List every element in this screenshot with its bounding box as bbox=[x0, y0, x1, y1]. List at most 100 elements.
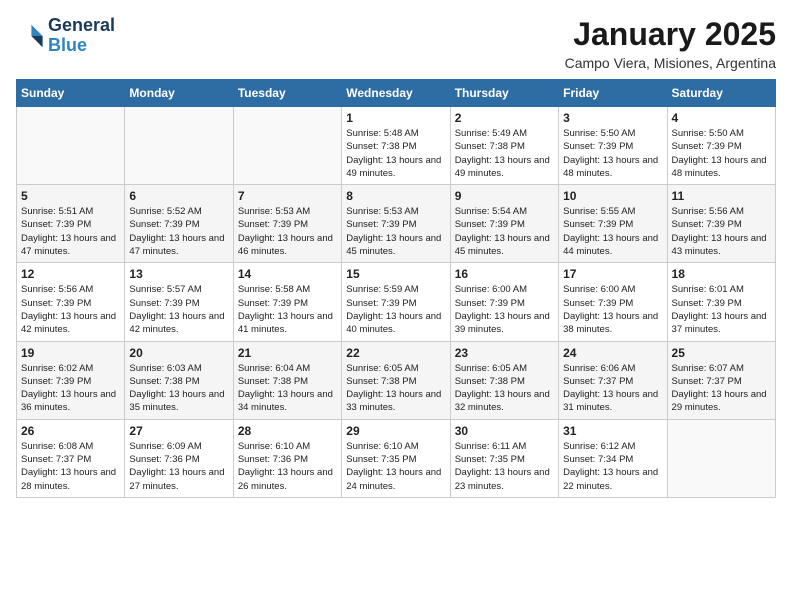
day-info: Sunrise: 6:04 AMSunset: 7:38 PMDaylight:… bbox=[238, 362, 337, 415]
day-number: 15 bbox=[346, 267, 445, 281]
weekday-header-saturday: Saturday bbox=[667, 80, 775, 107]
day-number: 20 bbox=[129, 346, 228, 360]
weekday-header-sunday: Sunday bbox=[17, 80, 125, 107]
day-info: Sunrise: 5:50 AMSunset: 7:39 PMDaylight:… bbox=[672, 127, 771, 180]
day-number: 17 bbox=[563, 267, 662, 281]
day-number: 10 bbox=[563, 189, 662, 203]
day-info: Sunrise: 6:05 AMSunset: 7:38 PMDaylight:… bbox=[346, 362, 445, 415]
day-info: Sunrise: 5:55 AMSunset: 7:39 PMDaylight:… bbox=[563, 205, 662, 258]
calendar-cell: 10 Sunrise: 5:55 AMSunset: 7:39 PMDaylig… bbox=[559, 185, 667, 263]
day-info: Sunrise: 6:03 AMSunset: 7:38 PMDaylight:… bbox=[129, 362, 228, 415]
logo-text: GeneralBlue bbox=[48, 16, 115, 56]
weekday-header-monday: Monday bbox=[125, 80, 233, 107]
calendar-cell: 3 Sunrise: 5:50 AMSunset: 7:39 PMDayligh… bbox=[559, 107, 667, 185]
calendar-cell: 6 Sunrise: 5:52 AMSunset: 7:39 PMDayligh… bbox=[125, 185, 233, 263]
weekday-header-wednesday: Wednesday bbox=[342, 80, 450, 107]
day-number: 11 bbox=[672, 189, 771, 203]
calendar-cell: 17 Sunrise: 6:00 AMSunset: 7:39 PMDaylig… bbox=[559, 263, 667, 341]
day-number: 9 bbox=[455, 189, 554, 203]
day-number: 26 bbox=[21, 424, 120, 438]
calendar-cell: 1 Sunrise: 5:48 AMSunset: 7:38 PMDayligh… bbox=[342, 107, 450, 185]
day-info: Sunrise: 6:12 AMSunset: 7:34 PMDaylight:… bbox=[563, 440, 662, 493]
day-info: Sunrise: 5:51 AMSunset: 7:39 PMDaylight:… bbox=[21, 205, 120, 258]
calendar-cell: 21 Sunrise: 6:04 AMSunset: 7:38 PMDaylig… bbox=[233, 341, 341, 419]
calendar-cell bbox=[17, 107, 125, 185]
day-number: 29 bbox=[346, 424, 445, 438]
day-number: 8 bbox=[346, 189, 445, 203]
calendar-cell: 7 Sunrise: 5:53 AMSunset: 7:39 PMDayligh… bbox=[233, 185, 341, 263]
day-info: Sunrise: 6:06 AMSunset: 7:37 PMDaylight:… bbox=[563, 362, 662, 415]
day-number: 19 bbox=[21, 346, 120, 360]
day-number: 22 bbox=[346, 346, 445, 360]
calendar-cell: 5 Sunrise: 5:51 AMSunset: 7:39 PMDayligh… bbox=[17, 185, 125, 263]
day-info: Sunrise: 6:08 AMSunset: 7:37 PMDaylight:… bbox=[21, 440, 120, 493]
day-info: Sunrise: 5:54 AMSunset: 7:39 PMDaylight:… bbox=[455, 205, 554, 258]
day-number: 3 bbox=[563, 111, 662, 125]
day-number: 16 bbox=[455, 267, 554, 281]
calendar-cell bbox=[233, 107, 341, 185]
day-info: Sunrise: 5:50 AMSunset: 7:39 PMDaylight:… bbox=[563, 127, 662, 180]
day-number: 6 bbox=[129, 189, 228, 203]
day-info: Sunrise: 6:01 AMSunset: 7:39 PMDaylight:… bbox=[672, 283, 771, 336]
location: Campo Viera, Misiones, Argentina bbox=[565, 55, 776, 71]
calendar-cell: 27 Sunrise: 6:09 AMSunset: 7:36 PMDaylig… bbox=[125, 419, 233, 497]
calendar-cell: 24 Sunrise: 6:06 AMSunset: 7:37 PMDaylig… bbox=[559, 341, 667, 419]
calendar-week-5: 26 Sunrise: 6:08 AMSunset: 7:37 PMDaylig… bbox=[17, 419, 776, 497]
day-info: Sunrise: 6:10 AMSunset: 7:36 PMDaylight:… bbox=[238, 440, 337, 493]
day-number: 5 bbox=[21, 189, 120, 203]
day-number: 25 bbox=[672, 346, 771, 360]
page-header: GeneralBlue January 2025 Campo Viera, Mi… bbox=[16, 16, 776, 71]
day-number: 2 bbox=[455, 111, 554, 125]
day-info: Sunrise: 6:00 AMSunset: 7:39 PMDaylight:… bbox=[563, 283, 662, 336]
calendar-cell: 13 Sunrise: 5:57 AMSunset: 7:39 PMDaylig… bbox=[125, 263, 233, 341]
calendar-cell: 22 Sunrise: 6:05 AMSunset: 7:38 PMDaylig… bbox=[342, 341, 450, 419]
day-info: Sunrise: 6:05 AMSunset: 7:38 PMDaylight:… bbox=[455, 362, 554, 415]
day-info: Sunrise: 5:53 AMSunset: 7:39 PMDaylight:… bbox=[346, 205, 445, 258]
calendar-cell: 15 Sunrise: 5:59 AMSunset: 7:39 PMDaylig… bbox=[342, 263, 450, 341]
calendar-cell: 18 Sunrise: 6:01 AMSunset: 7:39 PMDaylig… bbox=[667, 263, 775, 341]
calendar-cell: 2 Sunrise: 5:49 AMSunset: 7:38 PMDayligh… bbox=[450, 107, 558, 185]
calendar-week-4: 19 Sunrise: 6:02 AMSunset: 7:39 PMDaylig… bbox=[17, 341, 776, 419]
day-info: Sunrise: 6:00 AMSunset: 7:39 PMDaylight:… bbox=[455, 283, 554, 336]
calendar-cell: 31 Sunrise: 6:12 AMSunset: 7:34 PMDaylig… bbox=[559, 419, 667, 497]
title-area: January 2025 Campo Viera, Misiones, Arge… bbox=[565, 16, 776, 71]
weekday-header-friday: Friday bbox=[559, 80, 667, 107]
calendar-week-3: 12 Sunrise: 5:56 AMSunset: 7:39 PMDaylig… bbox=[17, 263, 776, 341]
day-info: Sunrise: 6:10 AMSunset: 7:35 PMDaylight:… bbox=[346, 440, 445, 493]
day-info: Sunrise: 5:53 AMSunset: 7:39 PMDaylight:… bbox=[238, 205, 337, 258]
calendar-cell: 23 Sunrise: 6:05 AMSunset: 7:38 PMDaylig… bbox=[450, 341, 558, 419]
day-info: Sunrise: 6:11 AMSunset: 7:35 PMDaylight:… bbox=[455, 440, 554, 493]
day-number: 13 bbox=[129, 267, 228, 281]
day-number: 28 bbox=[238, 424, 337, 438]
day-number: 24 bbox=[563, 346, 662, 360]
calendar-cell bbox=[667, 419, 775, 497]
weekday-header-thursday: Thursday bbox=[450, 80, 558, 107]
day-info: Sunrise: 5:56 AMSunset: 7:39 PMDaylight:… bbox=[672, 205, 771, 258]
calendar-cell: 30 Sunrise: 6:11 AMSunset: 7:35 PMDaylig… bbox=[450, 419, 558, 497]
day-number: 7 bbox=[238, 189, 337, 203]
calendar-cell: 28 Sunrise: 6:10 AMSunset: 7:36 PMDaylig… bbox=[233, 419, 341, 497]
logo: GeneralBlue bbox=[16, 16, 115, 56]
calendar-cell: 25 Sunrise: 6:07 AMSunset: 7:37 PMDaylig… bbox=[667, 341, 775, 419]
weekday-header-row: SundayMondayTuesdayWednesdayThursdayFrid… bbox=[17, 80, 776, 107]
day-info: Sunrise: 5:48 AMSunset: 7:38 PMDaylight:… bbox=[346, 127, 445, 180]
day-number: 14 bbox=[238, 267, 337, 281]
day-number: 31 bbox=[563, 424, 662, 438]
day-number: 27 bbox=[129, 424, 228, 438]
calendar-cell: 14 Sunrise: 5:58 AMSunset: 7:39 PMDaylig… bbox=[233, 263, 341, 341]
day-number: 23 bbox=[455, 346, 554, 360]
day-number: 1 bbox=[346, 111, 445, 125]
calendar-table: SundayMondayTuesdayWednesdayThursdayFrid… bbox=[16, 79, 776, 498]
day-number: 4 bbox=[672, 111, 771, 125]
day-info: Sunrise: 5:58 AMSunset: 7:39 PMDaylight:… bbox=[238, 283, 337, 336]
day-info: Sunrise: 5:56 AMSunset: 7:39 PMDaylight:… bbox=[21, 283, 120, 336]
weekday-header-tuesday: Tuesday bbox=[233, 80, 341, 107]
calendar-cell: 16 Sunrise: 6:00 AMSunset: 7:39 PMDaylig… bbox=[450, 263, 558, 341]
calendar-cell: 12 Sunrise: 5:56 AMSunset: 7:39 PMDaylig… bbox=[17, 263, 125, 341]
day-number: 21 bbox=[238, 346, 337, 360]
day-info: Sunrise: 5:52 AMSunset: 7:39 PMDaylight:… bbox=[129, 205, 228, 258]
day-info: Sunrise: 5:59 AMSunset: 7:39 PMDaylight:… bbox=[346, 283, 445, 336]
calendar-cell bbox=[125, 107, 233, 185]
day-number: 12 bbox=[21, 267, 120, 281]
calendar-cell: 26 Sunrise: 6:08 AMSunset: 7:37 PMDaylig… bbox=[17, 419, 125, 497]
